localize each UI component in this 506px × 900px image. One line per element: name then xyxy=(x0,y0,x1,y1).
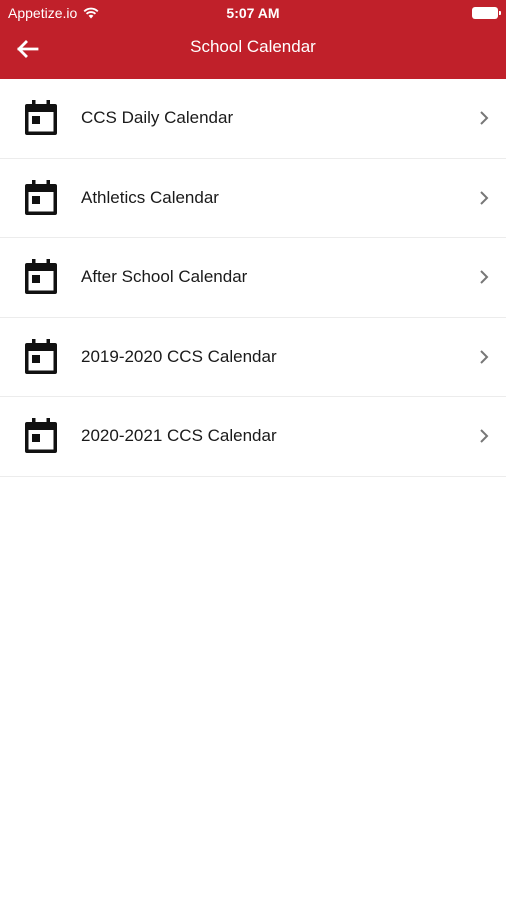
list-item-label: 2020-2021 CCS Calendar xyxy=(81,426,277,446)
list-item-ccs-daily-calendar[interactable]: CCS Daily Calendar xyxy=(0,79,506,159)
list-item-2020-2021-ccs-calendar[interactable]: 2020-2021 CCS Calendar xyxy=(0,397,506,477)
calendar-list: CCS Daily Calendar Athletics Calendar Af… xyxy=(0,79,506,477)
list-item-2019-2020-ccs-calendar[interactable]: 2019-2020 CCS Calendar xyxy=(0,317,506,397)
chevron-right-icon xyxy=(480,270,489,284)
battery-icon xyxy=(472,7,501,19)
chevron-right-icon xyxy=(480,191,489,205)
chevron-right-icon xyxy=(480,350,489,364)
app-header: Appetize.io 5:07 AM School Calendar xyxy=(0,0,506,79)
page-title: School Calendar xyxy=(190,37,316,56)
status-time: 5:07 AM xyxy=(226,5,280,21)
calendar-icon xyxy=(25,100,57,136)
chevron-right-icon xyxy=(480,429,489,443)
calendar-icon xyxy=(25,338,57,374)
calendar-icon xyxy=(25,418,57,454)
list-item-label: Athletics Calendar xyxy=(81,187,219,207)
list-item-athletics-calendar[interactable]: Athletics Calendar xyxy=(0,158,506,238)
list-item-label: After School Calendar xyxy=(81,267,248,287)
calendar-icon xyxy=(25,259,57,295)
nav-bar: School Calendar xyxy=(0,26,506,79)
list-item-after-school-calendar[interactable]: After School Calendar xyxy=(0,238,506,318)
calendar-icon xyxy=(25,179,57,215)
list-item-label: CCS Daily Calendar xyxy=(81,108,234,128)
status-bar: Appetize.io 5:07 AM xyxy=(0,0,506,26)
list-item-label: 2019-2020 CCS Calendar xyxy=(81,346,277,366)
chevron-right-icon xyxy=(480,111,489,125)
